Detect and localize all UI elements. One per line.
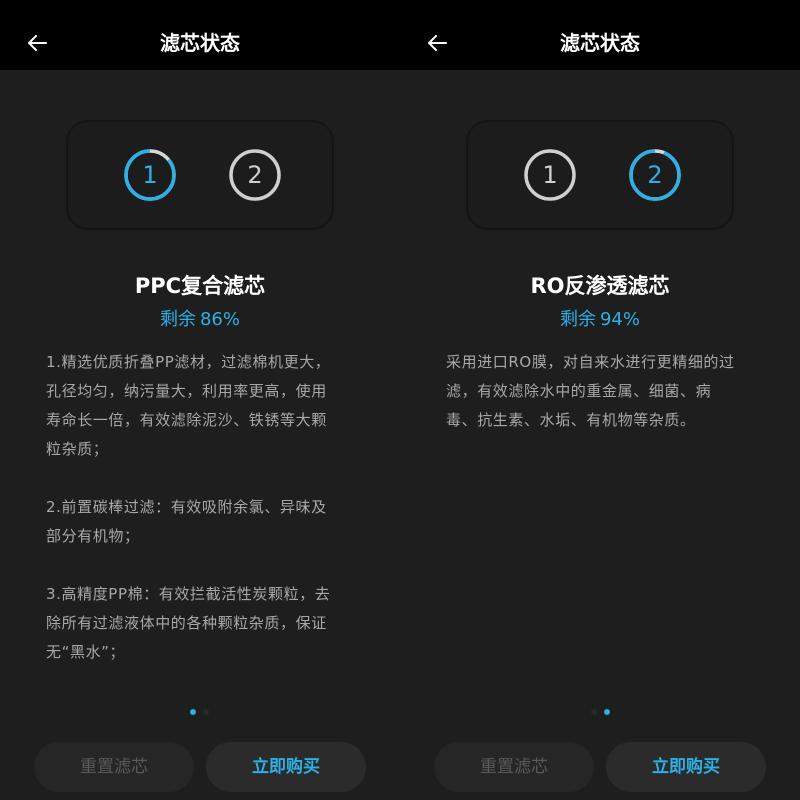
filter-status-screen-ppc: 滤芯状态 1 2 PPC复合滤芯 剩余 86% 1.精选优质折叠PP滤材，过滤棉机… bbox=[0, 0, 400, 800]
reset-filter-button[interactable]: 重置滤芯 bbox=[434, 742, 594, 792]
description-line: 部分有机物； bbox=[46, 527, 140, 545]
filter-number: 2 bbox=[647, 161, 663, 189]
top-bar: 滤芯状态 bbox=[0, 0, 400, 70]
filter-status-screen-ro: 滤芯状态 1 2 RO反渗透滤芯 剩余 94% 采用进口RO膜，对自来水进行更精细… bbox=[400, 0, 800, 800]
remaining-percentage: 剩余 86% bbox=[0, 307, 400, 333]
page-title: 滤芯状态 bbox=[160, 31, 240, 55]
description-line: 粒杂质； bbox=[46, 440, 109, 458]
filter-selector-card: 1 2 bbox=[466, 120, 734, 230]
description-spacer bbox=[46, 551, 362, 580]
description-line: 寿命长一倍，有效滤除泥沙、铁锈等大颗 bbox=[46, 411, 327, 429]
filter-selector-card: 1 2 bbox=[66, 120, 334, 230]
page-indicator bbox=[400, 709, 800, 717]
description-line: 毒、抗生素、水垢、有机物等杂质。 bbox=[446, 411, 696, 429]
filter-number: 1 bbox=[142, 161, 158, 189]
reset-filter-button[interactable]: 重置滤芯 bbox=[34, 742, 194, 792]
remaining-label: 剩余 bbox=[159, 309, 196, 330]
filter-1-ring[interactable]: 1 bbox=[522, 147, 578, 203]
filter-number: 1 bbox=[542, 161, 558, 189]
filter-description: 采用进口RO膜，对自来水进行更精细的过 滤，有效滤除水中的重金属、细菌、病 毒、… bbox=[446, 348, 762, 435]
description-line: 除所有过滤液体中的各种颗粒杂质，保证 bbox=[46, 614, 327, 632]
description-line: 1.精选优质折叠PP滤材，过滤棉机更大， bbox=[46, 353, 331, 371]
description-spacer bbox=[46, 464, 362, 493]
page-dot bbox=[203, 709, 209, 715]
remaining-value: 86% bbox=[199, 309, 240, 330]
remaining-value: 94% bbox=[599, 309, 640, 330]
filter-1-ring[interactable]: 1 bbox=[122, 147, 178, 203]
filter-2-ring[interactable]: 2 bbox=[227, 147, 283, 203]
description-line: 2.前置碳棒过滤：有效吸附余氯、异味及 bbox=[46, 498, 327, 516]
description-line: 滤，有效滤除水中的重金属、细菌、病 bbox=[446, 382, 712, 400]
description-line: 采用进口RO膜，对自来水进行更精细的过 bbox=[446, 353, 735, 371]
buy-now-button[interactable]: 立即购买 bbox=[606, 742, 766, 792]
top-bar: 滤芯状态 bbox=[400, 0, 800, 70]
filter-number: 2 bbox=[247, 161, 263, 189]
remaining-percentage: 剩余 94% bbox=[400, 307, 800, 333]
description-line: 无“黑水”； bbox=[46, 643, 126, 661]
page-indicator bbox=[0, 709, 400, 717]
description-line: 3.高精度PP棉：有效拦截活性炭颗粒，去 bbox=[46, 585, 331, 603]
page-dot-active bbox=[190, 709, 196, 715]
page-title: 滤芯状态 bbox=[560, 31, 640, 55]
filter-description: 1.精选优质折叠PP滤材，过滤棉机更大， 孔径均匀，纳污量大，利用率更高，使用 … bbox=[46, 348, 362, 667]
remaining-label: 剩余 bbox=[559, 309, 596, 330]
filter-name: RO反渗透滤芯 bbox=[530, 274, 670, 298]
page-dot bbox=[591, 709, 597, 715]
filter-2-ring[interactable]: 2 bbox=[627, 147, 683, 203]
buy-now-button[interactable]: 立即购买 bbox=[206, 742, 366, 792]
description-line: 孔径均匀，纳污量大，利用率更高，使用 bbox=[46, 382, 327, 400]
filter-name: PPC复合滤芯 bbox=[134, 274, 266, 298]
page-dot-active bbox=[604, 709, 610, 715]
